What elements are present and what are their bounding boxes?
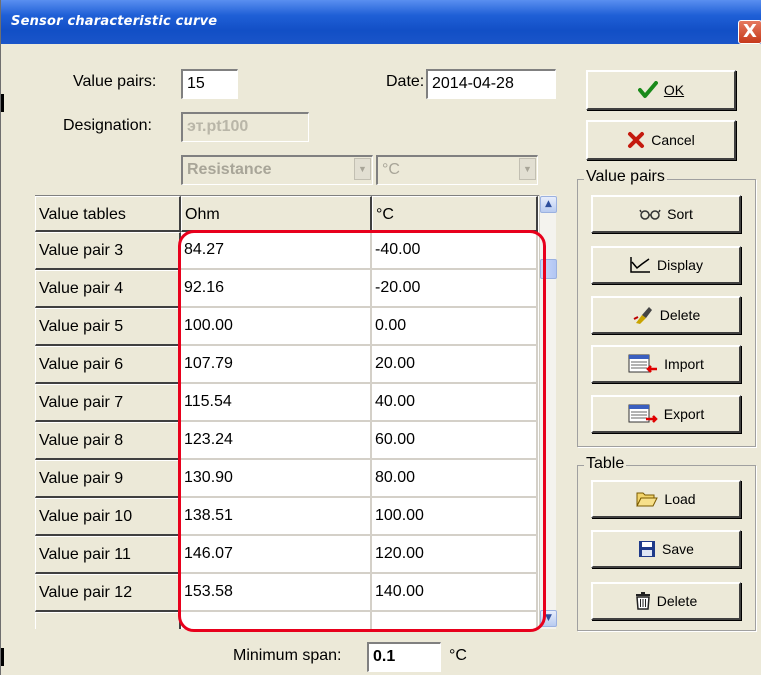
trash-icon — [635, 592, 651, 610]
celsius-cell[interactable]: 60.00 — [372, 422, 538, 460]
window-edge-mark — [1, 648, 4, 666]
minimum-span-label: Minimum span: — [233, 647, 342, 664]
ohm-cell[interactable]: 123.24 — [181, 422, 372, 460]
floppy-disk-icon — [638, 540, 656, 558]
import-table-icon — [628, 353, 658, 375]
display-button[interactable]: Display — [591, 246, 741, 284]
input-quantity-value: Resistance — [187, 161, 272, 178]
chevron-down-icon[interactable]: ▼ — [519, 158, 536, 180]
date-field[interactable]: 2014-04-28 — [426, 69, 556, 99]
row-header[interactable]: Value pair 3 — [35, 232, 181, 270]
save-label: Save — [662, 541, 694, 557]
ohm-cell[interactable]: 146.07 — [181, 536, 372, 574]
load-button[interactable]: Load — [591, 480, 741, 518]
delete-pair-label: Delete — [659, 307, 701, 323]
minimum-span-unit: °C — [449, 647, 467, 664]
eraser-icon — [632, 305, 654, 325]
table-group-title: Table — [584, 455, 627, 473]
ohm-cell[interactable]: 138.51 — [181, 498, 372, 536]
row-header[interactable]: Value pair 10 — [35, 498, 181, 536]
scroll-up-arrow-icon[interactable]: ▲ — [540, 196, 557, 213]
celsius-cell[interactable]: 140.00 — [372, 574, 538, 612]
ohm-cell[interactable]: 107.79 — [181, 346, 372, 384]
glasses-icon — [639, 208, 661, 220]
chart-line-icon — [629, 256, 651, 274]
title-bar[interactable]: Sensor characteristic curve X — [1, 0, 761, 44]
chevron-down-icon[interactable]: ▼ — [354, 158, 371, 180]
ok-label: OK — [663, 82, 685, 98]
export-table-icon — [628, 403, 658, 425]
grid-vertical-scrollbar[interactable]: ▲ ▼ — [539, 195, 557, 629]
celsius-cell[interactable]: 100.00 — [372, 498, 538, 536]
row-header[interactable]: Value pair 12 — [35, 574, 181, 612]
grid-corner-header: Value tables — [35, 196, 181, 232]
value-table-grid[interactable]: Value tables Ohm °C Value pair 3 84.27 -… — [35, 195, 556, 629]
value-pairs-group-title: Value pairs — [584, 168, 667, 186]
output-unit-select[interactable]: °C ▼ — [376, 155, 538, 185]
ohm-cell[interactable]: 115.54 — [181, 384, 372, 422]
sensor-curve-dialog: Sensor characteristic curve X Value pair… — [0, 0, 761, 675]
celsius-cell[interactable]: 80.00 — [372, 460, 538, 498]
row-header[interactable]: Value pair 8 — [35, 422, 181, 460]
window-edge-mark — [1, 94, 4, 112]
import-label: Import — [664, 356, 704, 372]
cancel-button[interactable]: Cancel — [586, 120, 736, 160]
celsius-cell[interactable]: 20.00 — [372, 346, 538, 384]
row-header[interactable]: Value pair 5 — [35, 308, 181, 346]
designation-label: Designation: — [63, 117, 152, 134]
scroll-thumb[interactable] — [540, 259, 557, 279]
minimum-span-field[interactable]: 0.1 — [367, 642, 441, 672]
ohm-cell[interactable]: 130.90 — [181, 460, 372, 498]
delete-table-label: Delete — [656, 593, 698, 609]
row-header-partial[interactable] — [35, 612, 181, 629]
designation-field[interactable]: эт.pt100 — [181, 112, 309, 142]
ohm-cell-partial[interactable] — [181, 612, 372, 629]
save-button[interactable]: Save — [591, 530, 741, 568]
ohm-cell[interactable]: 92.16 — [181, 270, 372, 308]
value-pairs-count-field[interactable]: 15 — [181, 69, 238, 99]
sort-button[interactable]: Sort — [591, 195, 741, 233]
checkmark-icon — [637, 81, 658, 99]
celsius-cell-partial[interactable] — [372, 612, 538, 629]
ok-button[interactable]: OK — [586, 70, 736, 110]
load-label: Load — [664, 491, 696, 507]
date-label: Date: — [386, 73, 425, 90]
output-unit-value: °C — [382, 161, 400, 178]
ohm-cell[interactable]: 84.27 — [181, 232, 372, 270]
delete-table-button[interactable]: Delete — [591, 582, 741, 620]
celsius-cell[interactable]: -40.00 — [372, 232, 538, 270]
row-header[interactable]: Value pair 9 — [35, 460, 181, 498]
delete-pair-button[interactable]: Delete — [591, 296, 741, 334]
export-label: Export — [663, 406, 705, 422]
close-button[interactable]: X — [738, 20, 761, 44]
display-label: Display — [657, 257, 703, 273]
column-header-ohm[interactable]: Ohm — [181, 196, 372, 232]
window-title: Sensor characteristic curve — [11, 14, 218, 29]
celsius-cell[interactable]: 0.00 — [372, 308, 538, 346]
export-button[interactable]: Export — [591, 395, 741, 433]
value-pairs-label: Value pairs: — [73, 73, 157, 90]
row-header[interactable]: Value pair 11 — [35, 536, 181, 574]
cross-icon — [627, 131, 645, 149]
row-header[interactable]: Value pair 7 — [35, 384, 181, 422]
row-header[interactable]: Value pair 6 — [35, 346, 181, 384]
cancel-label: Cancel — [651, 132, 695, 148]
row-header[interactable]: Value pair 4 — [35, 270, 181, 308]
scroll-down-arrow-icon[interactable]: ▼ — [540, 610, 557, 627]
ohm-cell[interactable]: 100.00 — [181, 308, 372, 346]
column-header-celsius[interactable]: °C — [372, 196, 538, 232]
input-quantity-select[interactable]: Resistance ▼ — [181, 155, 373, 185]
sort-label: Sort — [667, 206, 693, 222]
folder-open-icon — [636, 490, 659, 508]
celsius-cell[interactable]: 40.00 — [372, 384, 538, 422]
ohm-cell[interactable]: 153.58 — [181, 574, 372, 612]
celsius-cell[interactable]: 120.00 — [372, 536, 538, 574]
import-button[interactable]: Import — [591, 345, 741, 383]
celsius-cell[interactable]: -20.00 — [372, 270, 538, 308]
